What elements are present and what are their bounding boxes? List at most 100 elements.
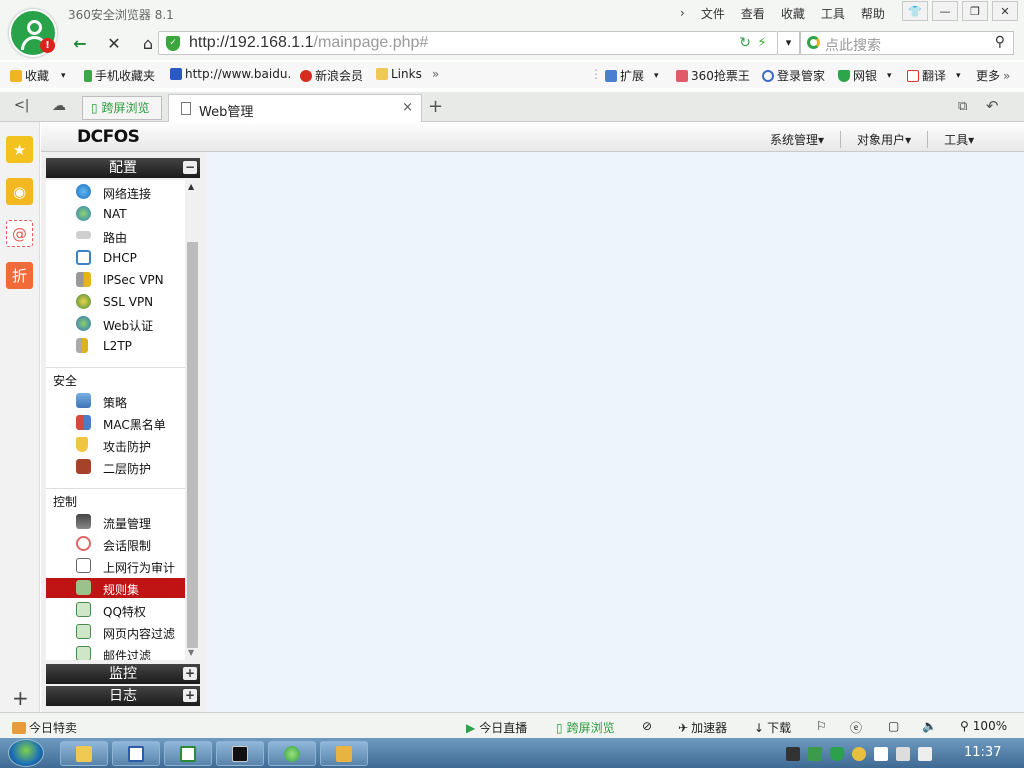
- bookmark-links[interactable]: Links»: [376, 67, 439, 81]
- menu-favorites[interactable]: 收藏: [781, 5, 805, 22]
- collapse-icon[interactable]: −: [183, 161, 197, 174]
- url-dropdown-icon[interactable]: ▾: [778, 31, 800, 55]
- menu-help[interactable]: 帮助: [861, 5, 885, 22]
- section-monitor-header[interactable]: 监控 +: [46, 664, 200, 684]
- section-config-header[interactable]: 配置 −: [46, 158, 200, 178]
- translate-button[interactable]: 翻译 ▾: [907, 67, 961, 84]
- menu-view[interactable]: 查看: [741, 5, 765, 22]
- scrollbar-thumb[interactable]: [187, 242, 198, 648]
- scroll-up-icon[interactable]: ▲: [188, 182, 194, 191]
- menu-object-user[interactable]: 对象用户▾: [840, 130, 927, 148]
- browser-taskbar-icon[interactable]: [268, 741, 316, 766]
- minimize-icon[interactable]: —: [932, 1, 958, 21]
- live-button[interactable]: ▶ 今日直播: [466, 719, 527, 736]
- menu-system-admin[interactable]: 系统管理▾: [770, 131, 840, 148]
- sidebar-item-dhcp[interactable]: DHCP: [46, 248, 185, 268]
- user-avatar-icon[interactable]: !: [9, 9, 57, 57]
- excel-taskbar-icon[interactable]: [164, 741, 212, 766]
- menu-tools[interactable]: 工具: [821, 5, 845, 22]
- ie-mode-icon[interactable]: ⓔ: [850, 719, 862, 736]
- back-icon[interactable]: ←: [68, 31, 92, 55]
- maximize-icon[interactable]: ❐: [962, 1, 988, 21]
- sidebar-toggle-icon[interactable]: <|: [14, 98, 29, 113]
- more-button[interactable]: 更多»: [976, 67, 1010, 84]
- guard-tray-icon[interactable]: [852, 747, 866, 761]
- today-sale-button[interactable]: 今日特卖: [12, 719, 77, 736]
- expand-icon[interactable]: +: [183, 667, 197, 680]
- sidebar-item-nat[interactable]: NAT: [46, 204, 185, 224]
- wifi-tray-icon[interactable]: [896, 747, 910, 761]
- sidebar-item-attack-defense[interactable]: 攻击防护: [46, 435, 185, 455]
- sidebar-scrollbar[interactable]: ▲ ▼: [185, 180, 200, 660]
- menu-chevron-icon[interactable]: ›: [680, 6, 685, 20]
- sidebar-item-l2tp[interactable]: L2TP: [46, 336, 185, 356]
- word-taskbar-icon[interactable]: [112, 741, 160, 766]
- cloud-icon[interactable]: ☁: [52, 98, 66, 114]
- sidebar-item-traffic[interactable]: 流量管理: [46, 512, 185, 532]
- sidebar-item-mail-filter[interactable]: 邮件过滤: [46, 644, 185, 660]
- stop-icon[interactable]: ✕: [102, 31, 126, 55]
- menu-app-tools[interactable]: 工具▾: [927, 130, 990, 148]
- sidebar-item-mac-blacklist[interactable]: MAC黑名单: [46, 413, 185, 433]
- input-tray-icon[interactable]: [874, 747, 888, 761]
- menu-file[interactable]: 文件: [701, 5, 725, 22]
- login-manager-button[interactable]: 登录管家: [762, 67, 825, 84]
- search-icon[interactable]: ⚲: [995, 34, 1005, 50]
- sidebar-item-ipsec-vpn[interactable]: IPSec VPN: [46, 270, 185, 290]
- sound-icon[interactable]: 🔈: [922, 719, 937, 733]
- sidebar-item-web-filter[interactable]: 网页内容过滤: [46, 622, 185, 642]
- discount-icon[interactable]: 折: [6, 262, 33, 289]
- ebank-button[interactable]: 网银 ▾: [838, 67, 892, 84]
- sidebar-item-qq-privilege[interactable]: QQ特权: [46, 600, 185, 620]
- extensions-button[interactable]: 扩展 ▾: [605, 67, 659, 84]
- home-icon[interactable]: ⌂: [136, 31, 160, 55]
- bookmark-mobile[interactable]: 手机收藏夹: [84, 67, 155, 84]
- expand-icon[interactable]: +: [183, 689, 197, 702]
- sidebar-item-network[interactable]: 网络连接: [46, 182, 185, 202]
- start-button-icon[interactable]: [8, 739, 44, 767]
- new-tab-icon[interactable]: +: [428, 96, 443, 117]
- mail-icon[interactable]: @: [6, 220, 33, 247]
- accelerator-button[interactable]: ✈ 加速器: [678, 719, 727, 736]
- ticket-button[interactable]: 360抢票王: [676, 67, 750, 84]
- bookmark-baidu[interactable]: http://www.baidu.: [170, 67, 291, 81]
- film-tray-icon[interactable]: [786, 747, 800, 761]
- add-panel-icon[interactable]: +: [12, 686, 29, 710]
- sidebar-item-session-limit[interactable]: 会话限制: [46, 534, 185, 554]
- search-input[interactable]: 点此搜索: [825, 35, 881, 55]
- window-icon[interactable]: ▢: [888, 719, 899, 733]
- tab-kuaping[interactable]: ▯ 跨屏浏览: [82, 96, 162, 120]
- search-engine-icon[interactable]: [807, 36, 820, 49]
- skin-icon[interactable]: 👕: [902, 1, 928, 21]
- url-input[interactable]: ✓ http://192.168.1.1/mainpage.php# ↻ ⚡: [158, 31, 778, 55]
- sidebar-item-route[interactable]: 路由: [46, 226, 185, 246]
- explorer-taskbar-icon[interactable]: [60, 741, 108, 766]
- weibo-icon[interactable]: ◉: [6, 178, 33, 205]
- refresh-icon[interactable]: ↻: [739, 35, 751, 51]
- flag-icon[interactable]: ⚐: [816, 719, 827, 733]
- favorites-star-icon[interactable]: ★: [6, 136, 33, 163]
- clean-icon[interactable]: ⊘: [642, 719, 652, 733]
- app-taskbar-icon[interactable]: [320, 741, 368, 766]
- undo-close-icon[interactable]: ↶: [986, 97, 999, 115]
- sidebar-item-layer2-defense[interactable]: 二层防护: [46, 457, 185, 477]
- close-icon[interactable]: ✕: [992, 1, 1018, 21]
- sidebar-item-ssl-vpn[interactable]: SSL VPN: [46, 292, 185, 312]
- tab-web-admin[interactable]: Web管理 ×: [168, 94, 422, 122]
- section-log-header[interactable]: 日志 +: [46, 686, 200, 706]
- scroll-down-icon[interactable]: ▼: [188, 648, 194, 657]
- volume-tray-icon[interactable]: [918, 747, 932, 761]
- search-box[interactable]: 点此搜索 ⚲: [800, 31, 1014, 55]
- speed-mode-icon[interactable]: ⚡: [757, 35, 767, 51]
- security-tray-icon[interactable]: [830, 747, 844, 761]
- kuaping-status-button[interactable]: ▯ 跨屏浏览: [556, 719, 615, 736]
- bookmark-sina[interactable]: 新浪会员: [300, 67, 363, 84]
- sidebar-item-behavior-audit[interactable]: 上网行为审计: [46, 556, 185, 576]
- network-tray-icon[interactable]: [808, 747, 822, 761]
- taskbar-clock[interactable]: 11:37: [964, 745, 1001, 760]
- cmd-taskbar-icon[interactable]: [216, 741, 264, 766]
- restore-tabs-icon[interactable]: ⧉: [958, 99, 967, 114]
- sidebar-item-ruleset[interactable]: 规则集: [46, 578, 185, 598]
- favorites-button[interactable]: 收藏 ▾: [10, 67, 66, 84]
- tab-close-icon[interactable]: ×: [402, 100, 413, 115]
